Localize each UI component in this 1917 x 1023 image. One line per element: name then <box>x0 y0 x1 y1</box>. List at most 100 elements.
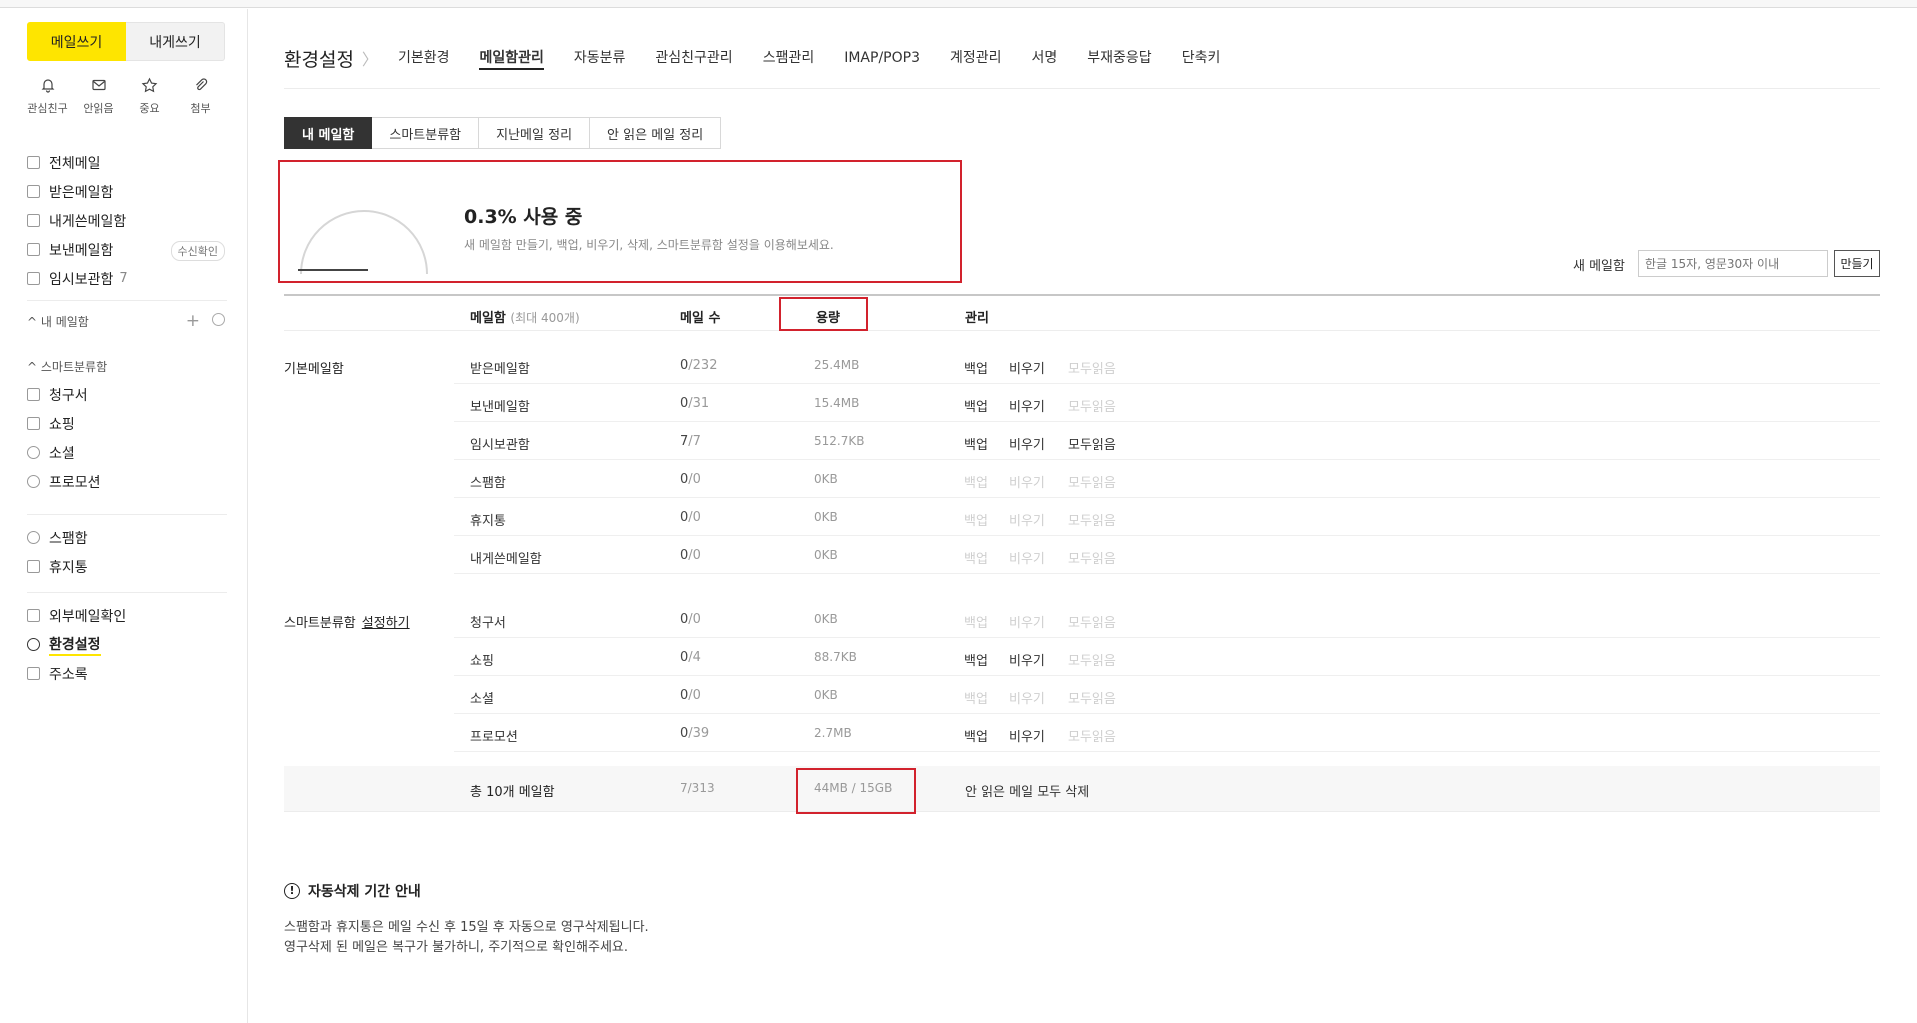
mailbox-size: 15.4MB <box>814 396 860 410</box>
sidebar-item-to-me[interactable]: 내게쓴메일함 <box>27 206 227 235</box>
envelope-icon <box>90 77 108 95</box>
sidebar-item-all-mail[interactable]: 전체메일 <box>27 148 227 177</box>
nav-basic[interactable]: 기본환경 <box>398 46 450 70</box>
read-receipt-button[interactable]: 수신확인 <box>170 241 225 261</box>
total-count: /4 <box>688 650 701 665</box>
mailbox-tabs: 내 메일함 스마트분류함 지난메일 정리 안 읽은 메일 정리 <box>284 117 722 149</box>
total-count: /0 <box>688 548 701 563</box>
sidebar-item-spam[interactable]: 스팸함 <box>27 523 227 552</box>
gear-icon <box>27 638 40 651</box>
mailbox-size: 512.7KB <box>814 434 865 448</box>
write-to-me-button[interactable]: 내게쓰기 <box>126 22 225 61</box>
mail-count: 0/31 <box>680 396 709 411</box>
backup-button: 백업 <box>964 514 988 529</box>
add-mailbox-icon[interactable]: + <box>186 311 200 331</box>
create-mailbox-button[interactable]: 만들기 <box>1834 250 1880 277</box>
mailbox-size: 25.4MB <box>814 358 860 372</box>
nav-auto-sort[interactable]: 자동분류 <box>574 46 626 70</box>
usage-gauge <box>300 210 428 274</box>
sidebar-item-label: 보낸메일함 <box>49 242 114 259</box>
mark-all-read-button: 모두읽음 <box>1068 730 1116 745</box>
usage-description: 새 메일함 만들기, 백업, 비우기, 삭제, 스마트분류함 설정을 이용해보세… <box>464 238 834 252</box>
new-mailbox-input[interactable] <box>1638 250 1828 277</box>
sidebar-item-promotion[interactable]: 프로모션 <box>27 467 227 496</box>
mail-count: 0/39 <box>680 726 709 741</box>
backup-button[interactable]: 백업 <box>964 726 988 745</box>
notice-title-row: ! 자동삭제 기간 안내 <box>284 881 649 901</box>
divider <box>27 592 227 593</box>
backup-button[interactable]: 백업 <box>964 396 988 415</box>
mark-all-read-button[interactable]: 모두읽음 <box>1068 434 1116 453</box>
quick-important[interactable]: 중요 <box>124 77 175 116</box>
sidebar-item-trash[interactable]: 휴지통 <box>27 552 227 581</box>
backup-button[interactable]: 백업 <box>964 650 988 669</box>
sidebar-item-drafts[interactable]: 임시보관함 7 <box>27 264 227 293</box>
sidebar-item-inbox[interactable]: 받은메일함 <box>27 177 227 206</box>
nav-spam[interactable]: 스팸관리 <box>763 46 815 70</box>
nav-shortcuts[interactable]: 단축키 <box>1182 46 1221 70</box>
table-row: 내게쓴메일함 0/0 0KB 백업 비우기 모두읽음 <box>454 536 1880 574</box>
document-icon <box>27 156 40 169</box>
mail-count: 0/0 <box>680 548 701 563</box>
tab-unread-cleanup[interactable]: 안 읽은 메일 정리 <box>590 117 722 149</box>
tag-icon <box>27 475 40 488</box>
empty-button[interactable]: 비우기 <box>1009 358 1045 377</box>
backup-button[interactable]: 백업 <box>964 434 988 453</box>
nav-signature[interactable]: 서명 <box>1032 46 1058 70</box>
quick-label: 중요 <box>139 102 160 115</box>
sidebar-item-social[interactable]: 소셜 <box>27 438 227 467</box>
delete-all-unread-button[interactable]: 안 읽은 메일 모두 삭제 <box>965 781 1089 800</box>
sidebar-item-label: 청구서 <box>49 387 88 404</box>
mailbox-name: 받은메일함 <box>470 362 530 377</box>
tab-smart-box[interactable]: 스마트분류함 <box>372 117 480 149</box>
smart-box-settings-link[interactable]: 설정하기 <box>362 616 410 631</box>
mailbox-size: 0KB <box>814 510 838 524</box>
sidebar-item-address-book[interactable]: 주소록 <box>27 659 227 688</box>
group-label: 기본메일함 <box>284 358 344 377</box>
tab-my-mailbox[interactable]: 내 메일함 <box>284 117 373 149</box>
gear-icon[interactable] <box>212 313 225 326</box>
sidebar: 메일쓰기 내게쓰기 관심친구 안읽음 중요 첨부 전체메일 받은메일함 내게쓴메… <box>0 9 248 1023</box>
backup-button[interactable]: 백업 <box>964 358 988 377</box>
divider <box>27 300 227 301</box>
sidebar-item-settings[interactable]: 환경설정 <box>27 630 227 659</box>
mailbox-size: 0KB <box>814 688 838 702</box>
empty-button: 비우기 <box>1009 476 1045 491</box>
divider <box>27 514 227 515</box>
table-row: 보낸메일함 0/31 15.4MB 백업 비우기 모두읽음 <box>454 384 1880 422</box>
compose-button[interactable]: 메일쓰기 <box>27 22 126 61</box>
group-label: 스마트분류함 설정하기 <box>284 612 410 631</box>
quick-label: 첨부 <box>190 102 211 115</box>
notice-line: 스팸함과 휴지통은 메일 수신 후 15일 후 자동으로 영구삭제됩니다. <box>284 920 649 935</box>
tab-old-mail[interactable]: 지난메일 정리 <box>479 117 591 149</box>
quick-attachment[interactable]: 첨부 <box>175 77 226 116</box>
sidebar-item-sent[interactable]: 보낸메일함 수신확인 <box>27 235 227 264</box>
table-row: 쇼핑 0/4 88.7KB 백업 비우기 모두읽음 <box>454 638 1880 676</box>
empty-button[interactable]: 비우기 <box>1009 434 1045 453</box>
my-mailbox-toggle[interactable]: ^ 내 메일함 + <box>27 307 227 335</box>
nav-mailbox-manage[interactable]: 메일함관리 <box>479 46 544 70</box>
sidebar-item-label: 임시보관함 <box>49 271 114 288</box>
empty-button[interactable]: 비우기 <box>1009 726 1045 745</box>
nav-auto-reply[interactable]: 부재중응답 <box>1087 46 1151 70</box>
sidebar-item-shopping[interactable]: 쇼핑 <box>27 409 227 438</box>
quick-unread[interactable]: 안읽음 <box>73 77 124 116</box>
nav-imap-pop3[interactable]: IMAP/POP3 <box>844 46 920 70</box>
backup-button: 백업 <box>964 692 988 707</box>
size-header-highlight <box>779 297 868 331</box>
divider <box>284 88 1880 89</box>
sidebar-item-bills[interactable]: 청구서 <box>27 380 227 409</box>
mailbox-name: 소셜 <box>470 692 494 707</box>
quick-favorite-friends[interactable]: 관심친구 <box>22 77 73 116</box>
nav-friends[interactable]: 관심친구관리 <box>655 46 732 70</box>
smart-box-toggle[interactable]: ^ 스마트분류함 <box>27 352 227 380</box>
nav-account[interactable]: 계정관리 <box>950 46 1002 70</box>
empty-button[interactable]: 비우기 <box>1009 650 1045 669</box>
sidebar-item-external-mail[interactable]: 외부메일확인 <box>27 601 227 630</box>
total-count: /0 <box>688 688 701 703</box>
mail-count: 0/0 <box>680 612 701 627</box>
empty-button[interactable]: 비우기 <box>1009 396 1045 415</box>
mark-all-read-button: 모두읽음 <box>1068 400 1116 415</box>
paperclip-icon <box>192 77 210 95</box>
gauge-fill <box>298 269 368 271</box>
